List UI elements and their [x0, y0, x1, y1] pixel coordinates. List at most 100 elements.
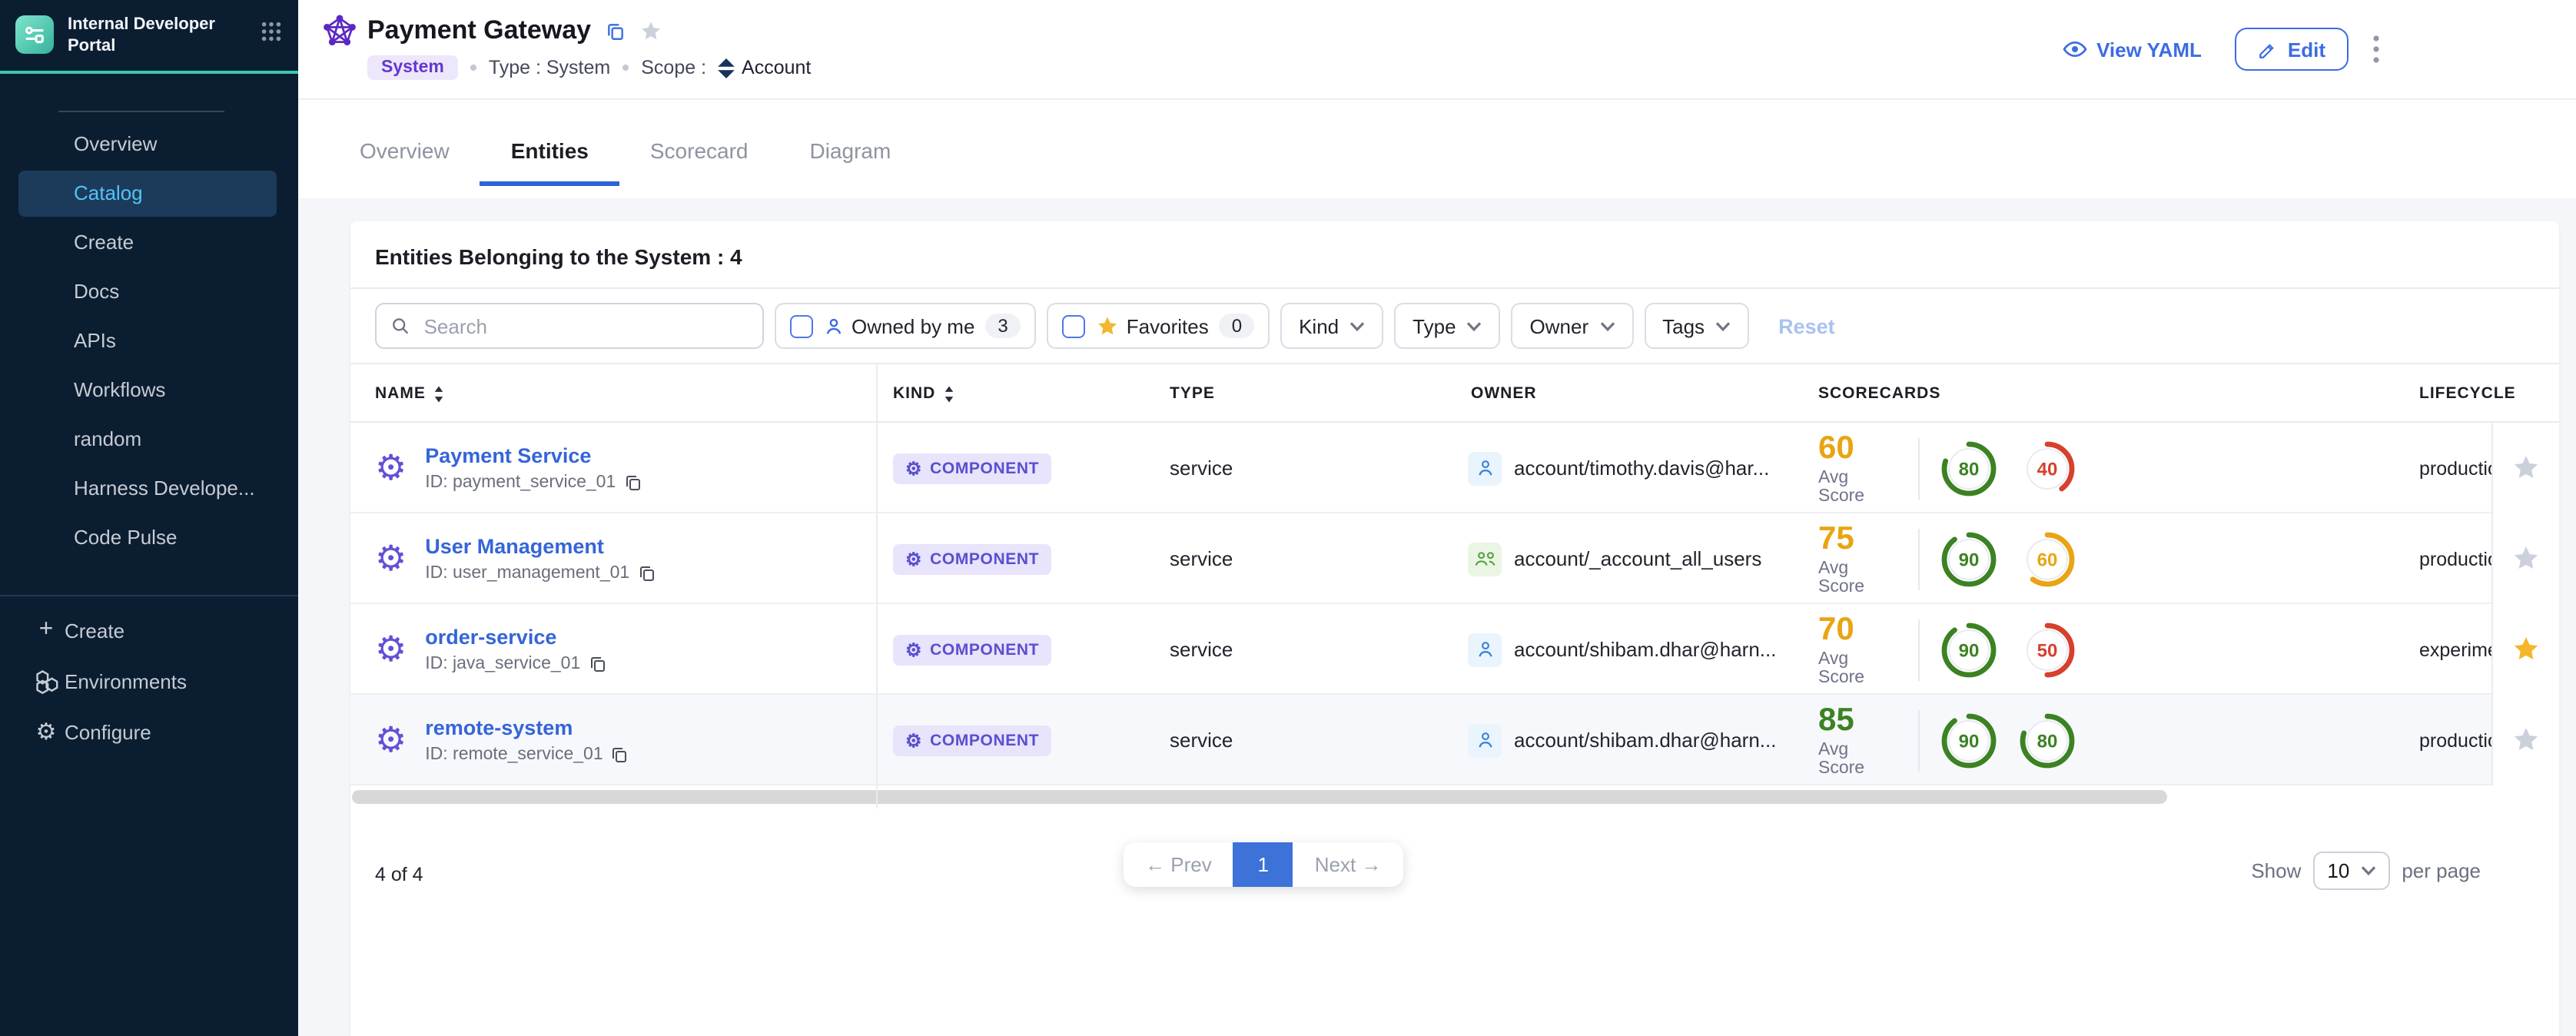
content-area: Entities Belonging to the System : 4: [298, 198, 2576, 1036]
entity-id: ID: user_management_01: [425, 564, 656, 583]
scrollbar-thumb[interactable]: [352, 790, 2167, 804]
sidebar-item-code-pulse[interactable]: Code Pulse: [18, 514, 277, 560]
breadcrumb: System Type : System Scope : Account: [367, 55, 811, 80]
owned-by-me-checkbox[interactable]: [790, 314, 813, 337]
hexagons-icon: [28, 668, 65, 694]
favorite-star-icon[interactable]: [2491, 604, 2559, 695]
score-ring: 90: [1940, 620, 1998, 679]
avg-score-label: Avg Score: [1818, 559, 1898, 596]
owned-count-badge: 3: [985, 314, 1020, 338]
page-title: Payment Gateway: [367, 15, 591, 46]
avg-score-value: 70: [1818, 613, 1898, 645]
entity-name-link[interactable]: remote-system: [425, 716, 629, 739]
avg-score-value: 75: [1818, 522, 1898, 554]
arrow-right-icon: →: [1356, 853, 1381, 876]
sidebar-footer-environments[interactable]: Environments: [0, 656, 298, 706]
edit-button[interactable]: Edit: [2236, 28, 2349, 71]
copy-title-icon[interactable]: [605, 21, 625, 41]
avg-score-label: Avg Score: [1818, 740, 1898, 777]
sidebar-divider: [0, 594, 298, 596]
avg-score-value: 85: [1818, 703, 1898, 735]
system-network-icon: [323, 14, 357, 48]
filter-dropdown-tags[interactable]: Tags: [1644, 303, 1749, 349]
sidebar-item-workflows[interactable]: Workflows: [18, 367, 277, 413]
score-ring: 80: [2018, 711, 2076, 769]
avg-score-value: 60: [1818, 431, 1898, 463]
score-ring: 80: [1940, 439, 1998, 497]
kind-badge: ⚙COMPONENT: [893, 453, 1051, 483]
avg-score-label: Avg Score: [1818, 649, 1898, 686]
page-size-select[interactable]: 10: [2313, 852, 2389, 890]
tab-scorecard[interactable]: Scorecard: [619, 138, 779, 186]
favorite-star-icon[interactable]: [2491, 423, 2559, 513]
search-box: [375, 303, 764, 349]
pagination-row: 4 of 4 ← Prev 1 Next → Show 10 per page: [350, 830, 2559, 925]
copy-id-icon[interactable]: [588, 655, 606, 673]
owner-value: account/_account_all_users: [1514, 547, 1761, 570]
filter-dropdown-type[interactable]: Type: [1394, 303, 1500, 349]
filter-dropdown-owner[interactable]: Owner: [1512, 303, 1634, 349]
column-header-type: TYPE: [1170, 364, 1215, 423]
search-input[interactable]: [421, 313, 749, 339]
column-header-kind[interactable]: KIND: [893, 364, 954, 423]
entity-name-link[interactable]: order-service: [425, 626, 606, 649]
copy-id-icon[interactable]: [623, 473, 642, 492]
sidebar-footer-configure[interactable]: ⚙Configure: [0, 706, 298, 757]
owned-by-me-filter[interactable]: Owned by me 3: [775, 303, 1036, 349]
sidebar-divider: [58, 110, 224, 111]
table-row[interactable]: ⚙order-serviceID: java_service_01⚙COMPON…: [350, 604, 2559, 695]
table-row[interactable]: ⚙remote-systemID: remote_service_01⚙COMP…: [350, 695, 2559, 785]
favorites-count-badge: 0: [1220, 314, 1254, 338]
reset-filters-button[interactable]: Reset: [1778, 314, 1835, 337]
favorites-filter[interactable]: Favorites 0: [1047, 303, 1270, 349]
user-icon: [1468, 633, 1502, 666]
favorite-title-star-icon[interactable]: [639, 19, 662, 42]
sidebar-item-create[interactable]: Create: [18, 219, 277, 265]
page-number-button[interactable]: 1: [1233, 842, 1293, 887]
table-row[interactable]: ⚙User ManagementID: user_management_01⚙C…: [350, 513, 2559, 604]
chevron-down-icon: [1467, 320, 1482, 331]
sidebar-item-catalog[interactable]: Catalog: [18, 170, 277, 216]
column-header-name[interactable]: NAME: [375, 364, 444, 423]
scorecards-cell: 85 Avg Score 90 80: [1818, 695, 2096, 785]
component-gear-icon: ⚙: [375, 541, 407, 576]
sidebar-item-docs[interactable]: Docs: [18, 268, 277, 314]
table-row[interactable]: ⚙Payment ServiceID: payment_service_01⚙C…: [350, 423, 2559, 513]
tab-bar: OverviewEntitiesScorecardDiagram: [298, 100, 2576, 198]
sidebar-item-apis[interactable]: APIs: [18, 317, 277, 364]
column-header-lifecycle: LIFECYCLE: [2419, 364, 2516, 423]
prev-page-button[interactable]: ← Prev: [1124, 842, 1233, 887]
sort-icon: [433, 385, 444, 402]
copy-id-icon[interactable]: [611, 745, 629, 764]
sidebar-item-random[interactable]: random: [18, 416, 277, 462]
next-page-button[interactable]: Next →: [1293, 842, 1403, 887]
kebab-menu-icon[interactable]: [2373, 35, 2379, 63]
svg-text:40: 40: [2037, 458, 2058, 479]
kind-badge: ⚙COMPONENT: [893, 725, 1051, 755]
entity-name-link[interactable]: Payment Service: [425, 444, 642, 467]
favorites-checkbox[interactable]: [1062, 314, 1085, 337]
score-ring: 90: [1940, 711, 1998, 769]
owner-value: account/shibam.dhar@harn...: [1514, 638, 1776, 661]
entity-name-link[interactable]: User Management: [425, 535, 656, 558]
filter-dropdown-kind[interactable]: Kind: [1280, 303, 1383, 349]
tab-diagram[interactable]: Diagram: [779, 138, 922, 186]
component-gear-icon: ⚙: [375, 722, 407, 758]
brand: Internal Developer Portal: [0, 0, 298, 73]
sidebar-footer-create[interactable]: +Create: [0, 605, 298, 656]
eye-icon: [2063, 37, 2087, 61]
table-header-row: NAME KIND TYPE OWNER SCORECARDS LIFECYCL…: [350, 364, 2559, 423]
favorite-star-icon[interactable]: [2491, 513, 2559, 604]
tab-entities[interactable]: Entities: [480, 138, 619, 186]
sidebar-item-overview[interactable]: Overview: [18, 121, 277, 167]
view-yaml-link[interactable]: View YAML: [2063, 37, 2202, 61]
scorecards-cell: 70 Avg Score 90 50: [1818, 604, 2096, 695]
tab-overview[interactable]: Overview: [329, 138, 480, 186]
sidebar-footer: +CreateEnvironments⚙Configure: [0, 605, 298, 757]
score-ring: 50: [2018, 620, 2076, 679]
sidebar: Internal Developer Portal OverviewCatalo…: [0, 0, 298, 1036]
favorite-star-icon[interactable]: [2491, 695, 2559, 785]
apps-grid-icon[interactable]: [260, 20, 283, 51]
sidebar-item-harness-develope-[interactable]: Harness Develope...: [18, 465, 277, 511]
copy-id-icon[interactable]: [637, 564, 656, 583]
